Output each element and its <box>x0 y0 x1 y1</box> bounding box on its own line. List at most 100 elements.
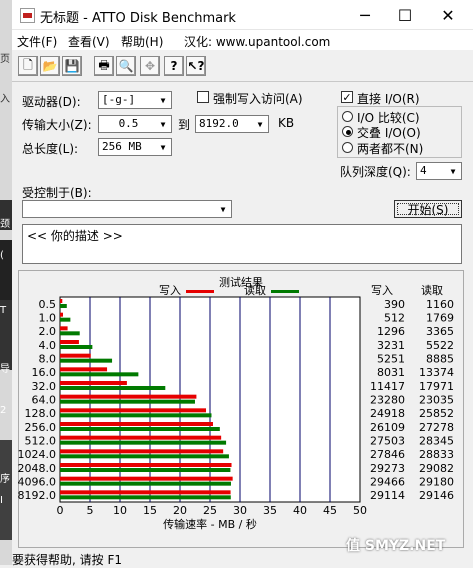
direct-io-checkbox[interactable]: ✓ <box>341 91 353 103</box>
chevron-down-icon: ▼ <box>220 204 226 214</box>
bar-write <box>60 381 127 385</box>
chevron-down-icon: ▼ <box>257 119 263 129</box>
print-icon[interactable]: 🖶 <box>94 56 114 76</box>
transfer-size-label: 传输大小(Z): <box>22 118 92 132</box>
value-write: 5251 <box>377 353 405 366</box>
value-write: 11417 <box>370 380 405 393</box>
y-tick-label: 2048.0 <box>18 462 56 475</box>
x-tick-label: 5 <box>87 504 94 517</box>
x-tick-label: 40 <box>293 504 307 517</box>
desktop-strip-text: 入 <box>0 94 10 105</box>
x-tick-label: 50 <box>353 504 367 517</box>
x-tick-label: 0 <box>57 504 64 517</box>
drive-select[interactable]: [-g-] ▼ <box>98 91 172 109</box>
x-tick-label: 35 <box>263 504 277 517</box>
controlled-by-label: 受控制于(B): <box>22 186 92 200</box>
to-label: 到 <box>178 118 191 132</box>
bar-write <box>60 312 63 317</box>
value-write: 26109 <box>370 421 405 434</box>
total-length-select[interactable]: 256 MB ▼ <box>98 138 172 156</box>
value-write: 390 <box>384 298 405 311</box>
bar-read <box>60 304 67 308</box>
menu-view[interactable]: 查看(V) <box>68 33 110 50</box>
minimize-button[interactable]: ─ <box>347 0 383 30</box>
bar-read <box>60 427 220 431</box>
force-write-checkbox[interactable] <box>197 91 209 103</box>
open-icon[interactable]: 📂 <box>40 56 60 76</box>
io-compare-radio[interactable] <box>342 111 353 122</box>
save-icon[interactable]: 💾 <box>62 56 82 76</box>
maximize-button[interactable]: ☐ <box>387 0 423 30</box>
y-tick-label: 16.0 <box>32 366 57 379</box>
watermark-logo: 值 SMYZ.NET <box>346 538 446 554</box>
y-tick-label: 64.0 <box>32 394 57 407</box>
window-title: 无标题 - ATTO Disk Benchmark <box>40 11 236 26</box>
legend-read-label: 读取 <box>244 283 266 297</box>
controlled-by-select[interactable]: ▼ <box>22 200 232 218</box>
bar-read <box>60 358 113 363</box>
bar-write <box>60 422 213 426</box>
y-tick-label: 8192.0 <box>18 489 56 502</box>
y-tick-label: 2.0 <box>39 325 57 338</box>
status-text: 要获得帮助, 请按 F1 <box>12 553 122 567</box>
chevron-down-icon: ▼ <box>160 142 166 152</box>
new-icon[interactable]: 🗋 <box>18 56 38 76</box>
x-axis-label: 传输速率 - MB / 秒 <box>163 517 257 531</box>
description-field[interactable]: << 你的描述 >> <box>22 224 462 264</box>
menu-help[interactable]: 帮助(H) <box>121 33 163 50</box>
bar-read <box>60 345 93 349</box>
y-tick-label: 1.0 <box>39 312 57 325</box>
value-write: 8031 <box>377 366 405 379</box>
y-tick-label: 4.0 <box>39 339 57 352</box>
start-button[interactable]: 开始(S) <box>394 200 462 218</box>
value-write: 512 <box>384 312 405 325</box>
value-read: 29146 <box>419 489 454 502</box>
transfer-to-select[interactable]: 8192.0 ▼ <box>195 115 269 133</box>
bar-read <box>60 386 166 390</box>
transfer-unit: KB <box>278 116 295 130</box>
y-tick-label: 512.0 <box>25 435 57 448</box>
value-read: 17971 <box>419 380 454 393</box>
value-read: 29180 <box>419 476 454 489</box>
y-tick-label: 1024.0 <box>18 448 56 461</box>
queue-depth-select[interactable]: 4 ▼ <box>416 162 462 180</box>
desktop-strip-text: T <box>0 305 7 316</box>
neither-radio[interactable] <box>342 142 353 153</box>
value-write: 29273 <box>370 462 405 475</box>
total-length-label: 总长度(L): <box>22 142 79 156</box>
y-tick-label: 256.0 <box>25 421 57 434</box>
desktop-strip-text: I <box>0 495 3 506</box>
y-tick-label: 0.5 <box>39 298 57 311</box>
move-icon[interactable]: ✥ <box>140 56 160 76</box>
overlap-io-radio[interactable] <box>342 126 353 137</box>
y-tick-label: 8.0 <box>39 353 57 366</box>
value-write: 1296 <box>377 325 405 338</box>
bar-write <box>60 394 197 399</box>
value-write: 27846 <box>370 448 405 461</box>
context-help-icon[interactable]: ↖? <box>186 56 206 76</box>
queue-depth-label: 队列深度(Q): <box>340 165 411 179</box>
desktop-strip-band <box>0 240 12 300</box>
bar-read <box>60 372 139 377</box>
value-read: 28833 <box>419 448 454 461</box>
value-read: 3365 <box>426 325 454 338</box>
value-read: 27278 <box>419 421 454 434</box>
chevron-down-icon: ▼ <box>450 166 456 176</box>
bar-write <box>60 476 233 481</box>
y-tick-label: 32.0 <box>32 380 57 393</box>
app-icon <box>20 8 35 23</box>
menu-localization[interactable]: 汉化: www.upantool.com <box>184 33 330 50</box>
menu-file[interactable]: 文件(F) <box>17 33 57 50</box>
bar-read <box>60 413 212 418</box>
bar-write <box>60 435 222 440</box>
bar-read <box>60 399 195 404</box>
value-read: 25852 <box>419 407 454 420</box>
help-icon[interactable]: ? <box>164 56 184 76</box>
print-preview-icon[interactable]: 🔍 <box>116 56 136 76</box>
close-button[interactable]: ✕ <box>430 0 466 30</box>
bar-read <box>60 331 80 336</box>
transfer-from-select[interactable]: 0.5 ▼ <box>98 115 172 133</box>
value-write: 27503 <box>370 435 405 448</box>
x-tick-label: 45 <box>323 504 337 517</box>
value-read: 5522 <box>426 339 454 352</box>
